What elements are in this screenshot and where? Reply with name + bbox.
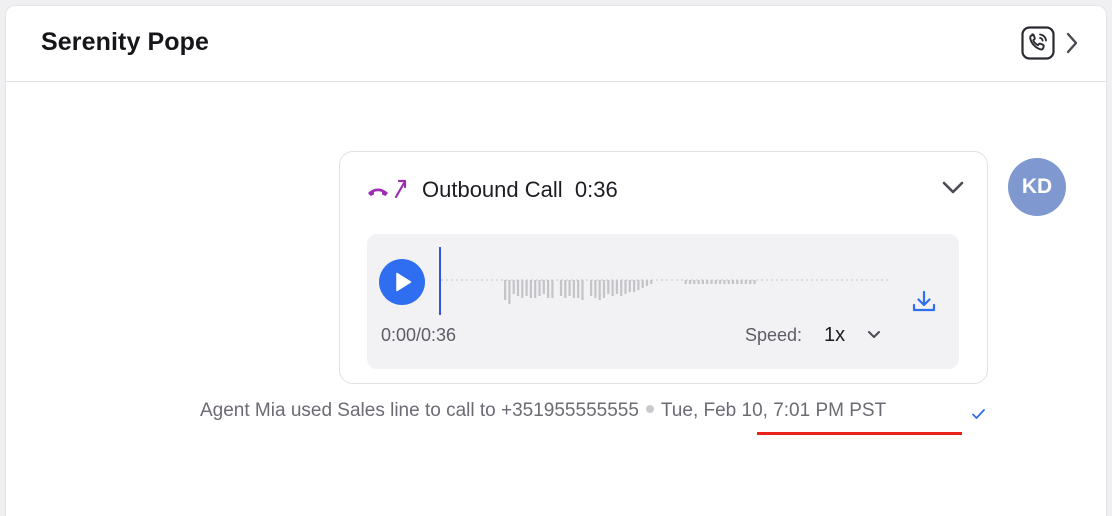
- waveform-bar: [577, 280, 580, 298]
- waveform-bar: [693, 280, 696, 284]
- waveform-bar: [607, 280, 610, 294]
- waveform-bar: [706, 280, 709, 284]
- waveform-bar: [508, 280, 511, 304]
- waveform-bar: [568, 280, 571, 296]
- waveform-bar: [512, 280, 515, 294]
- waveform-bar: [525, 280, 528, 296]
- waveform-bar: [504, 280, 507, 300]
- call-duration: 0:36: [574, 177, 618, 202]
- waveform-bar: [740, 280, 743, 284]
- waveform-bar: [615, 280, 618, 294]
- waveform-bar: [516, 280, 520, 296]
- outbound-call-icon: [365, 175, 411, 201]
- timestamp-highlight: [757, 432, 962, 435]
- waveform-bar: [620, 280, 623, 296]
- waveform-bar: [749, 280, 752, 284]
- conversation-panel: Serenity Pope Outbound Call 0:36 0:00/0:…: [5, 5, 1107, 516]
- waveform-bar: [710, 280, 713, 284]
- play-button[interactable]: [379, 259, 425, 305]
- waveform-bar: [650, 280, 653, 284]
- call-description: Agent Mia used Sales line to call to +35…: [200, 400, 639, 421]
- contact-name: Serenity Pope: [41, 28, 210, 56]
- chevron-right-icon[interactable]: [1063, 30, 1081, 56]
- waveform-bar: [641, 280, 644, 288]
- waveform-bar: [714, 280, 717, 284]
- phone-icon[interactable]: [1021, 26, 1055, 60]
- call-title: Outbound Call 0:36: [422, 177, 618, 203]
- play-icon: [396, 272, 412, 292]
- chevron-down-icon[interactable]: [939, 176, 967, 198]
- speed-chevron-down-icon[interactable]: [865, 327, 883, 343]
- avatar: KD: [1008, 158, 1066, 216]
- waveform-bar: [602, 280, 606, 298]
- speed-label: Speed:: [745, 325, 803, 345]
- call-timestamp: Tue, Feb 10, 7:01 PM PST: [660, 400, 887, 421]
- waveform-bar: [542, 280, 545, 294]
- waveform-bar: [736, 280, 739, 284]
- waveform-bar: [598, 280, 601, 300]
- waveform-bar: [521, 280, 524, 298]
- waveform-bar: [551, 280, 554, 298]
- call-direction: Outbound Call: [422, 177, 563, 202]
- waveform-bar: [624, 280, 627, 294]
- waveform-bar: [594, 280, 597, 298]
- time-display: 0:00/0:36: [381, 325, 457, 345]
- audio-player: 0:00/0:36 Speed: 1x: [367, 234, 959, 369]
- waveform-bar: [719, 280, 722, 284]
- call-card: Outbound Call 0:36 0:00/0:36 Speed: 1x: [339, 151, 988, 384]
- waveform-bar: [688, 280, 692, 284]
- waveform-bar: [753, 280, 756, 284]
- waveform-bar: [727, 280, 730, 284]
- check-icon: [969, 405, 989, 423]
- waveform-bar: [529, 280, 532, 298]
- waveform-bar: [534, 280, 537, 298]
- waveform-bar: [628, 280, 631, 292]
- speed-select[interactable]: 1x: [824, 324, 845, 347]
- waveform-bar: [697, 280, 700, 284]
- waveform-bar: [633, 280, 636, 292]
- conversation-header: Serenity Pope: [6, 6, 1106, 82]
- call-meta: Agent Mia used Sales line to call to +35…: [200, 400, 886, 422]
- waveform-bar: [731, 280, 735, 284]
- waveform-bar: [723, 280, 726, 284]
- waveform-bar: [744, 280, 747, 284]
- waveform-bar: [572, 280, 575, 298]
- separator-dot: [645, 405, 654, 414]
- waveform-bar: [684, 280, 687, 284]
- waveform-bar: [559, 280, 563, 296]
- waveform-bar: [637, 280, 640, 290]
- waveform-bar: [564, 280, 567, 298]
- waveform-bar: [590, 280, 593, 296]
- waveform-bar: [547, 280, 550, 298]
- waveform-bar: [645, 280, 649, 286]
- waveform-bar: [701, 280, 704, 284]
- waveform[interactable]: [441, 254, 891, 314]
- download-icon[interactable]: [910, 288, 938, 316]
- waveform-bar: [581, 280, 584, 300]
- waveform-bar: [538, 280, 541, 296]
- waveform-bar: [611, 280, 614, 296]
